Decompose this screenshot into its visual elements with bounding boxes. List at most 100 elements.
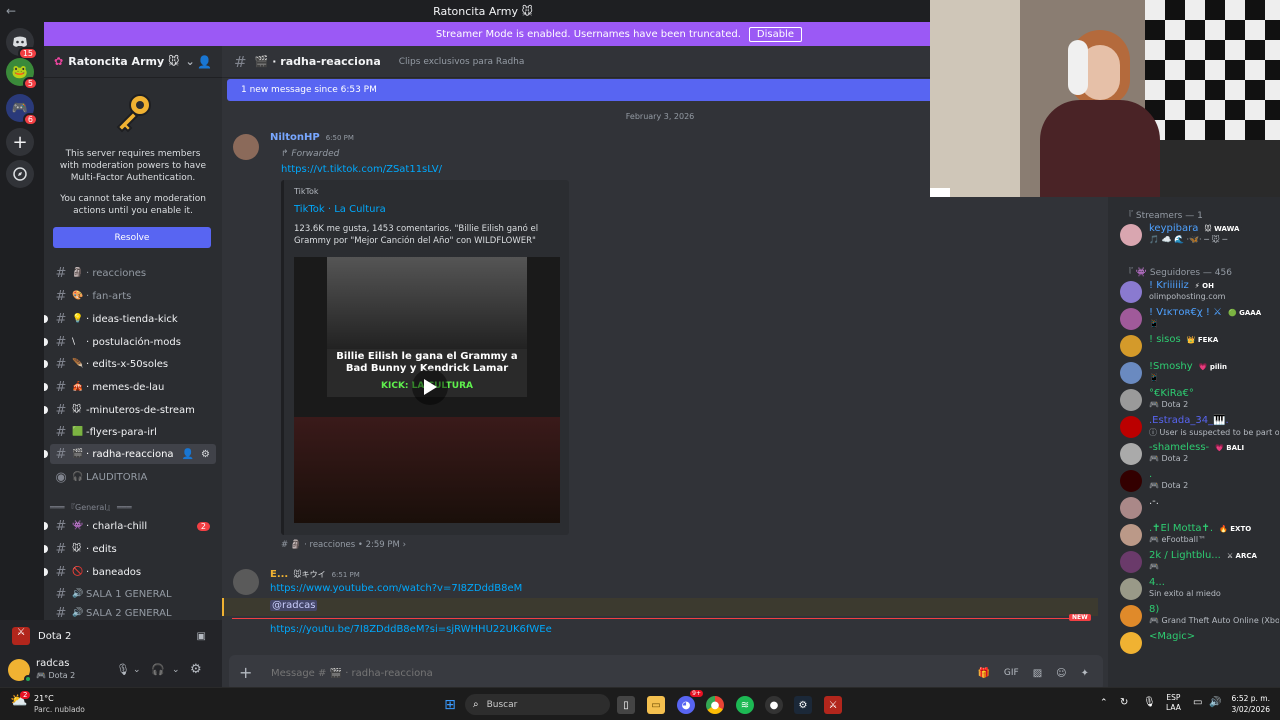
member-item[interactable]: !Smoshy 💗 pilin 📱	[1118, 360, 1278, 386]
file-explorer-icon[interactable]: ▭	[647, 696, 665, 714]
tray-chevron-up-icon[interactable]: ⌃	[1100, 698, 1108, 708]
screen-share-icon[interactable]: ▣	[197, 631, 206, 642]
discord-taskbar-icon[interactable]: ◕ 9+	[677, 690, 703, 714]
tiktok-link[interactable]: https://vt.tiktok.com/ZSat11sLV/	[281, 164, 442, 175]
member-item[interactable]: .✝El Motta✝. 🔥 EXTO 🎮 eFootball™	[1118, 522, 1278, 548]
chrome-icon[interactable]: ●	[706, 696, 724, 714]
hash-icon: #	[55, 586, 67, 602]
member-item[interactable]: ! Kriiiiiiz ⚡ OH olimpohosting.com	[1118, 279, 1278, 305]
avatar[interactable]	[8, 658, 32, 683]
channel-charla-chill[interactable]: # 👾 · charla-chill 2	[44, 516, 216, 536]
channel-edits[interactable]: # 🐭 · edits	[44, 539, 216, 559]
steam-icon[interactable]: ⚙	[794, 696, 812, 714]
channel-name: · postulación-mods	[86, 336, 181, 348]
tray-app-icon[interactable]: ↻	[1120, 697, 1128, 708]
invite-icon[interactable]: 👤	[182, 449, 194, 460]
clock[interactable]: 6:52 p. m. 3/02/2026	[1226, 693, 1270, 715]
tray-mic-icon[interactable]: 🎙	[1143, 697, 1156, 708]
voice-channel-sala-2[interactable]: # 🔊 SALA 2 GENERAL	[50, 606, 216, 620]
microphone-icon[interactable]: 🎙	[116, 663, 130, 676]
language-indicator[interactable]: ESP LAA	[1166, 693, 1181, 713]
play-icon[interactable]	[412, 369, 448, 405]
member-item[interactable]: .-.	[1118, 495, 1278, 521]
channel-memes-de-lau[interactable]: # 🎪 · memes-de-lau	[44, 377, 216, 397]
webcam-acoustic-panel	[1145, 0, 1280, 140]
avatar[interactable]	[233, 134, 259, 160]
windows-start-icon[interactable]: ⊞	[441, 696, 459, 714]
hash-icon: #	[55, 606, 67, 620]
app-icon[interactable]: ●	[765, 696, 783, 714]
member-item[interactable]: keypibara 🐭 WAWA 🎵 ☁️ 🌊 ·🦋· ─ 🐭 ─	[1118, 222, 1278, 248]
gear-icon[interactable]: ⚙	[201, 449, 210, 460]
channel-radha-reacciona[interactable]: # 🎬 · radha-reacciona 👤 ⚙	[44, 444, 216, 464]
member-item[interactable]: °€KiRa€° 🎮 Dota 2	[1118, 387, 1278, 413]
window-title: Ratoncita Army 🐭	[433, 4, 533, 18]
member-item[interactable]: -shameless- 💗 BALI 🎮 Dota 2	[1118, 441, 1278, 467]
emoji-icon[interactable]: ☺	[1056, 668, 1066, 679]
network-icon[interactable]: ▭	[1193, 697, 1202, 708]
sticker-icon[interactable]: ▨	[1033, 668, 1042, 679]
add-server-icon[interactable]: +	[6, 128, 34, 156]
dota-taskbar-icon[interactable]: ⚔	[824, 696, 842, 714]
forward-source[interactable]: # 🗿 · reacciones • 2:59 PM ›	[281, 540, 406, 550]
unread-indicator	[44, 545, 48, 553]
disable-button[interactable]: Disable	[748, 26, 802, 42]
volume-icon[interactable]: 🔊	[1209, 697, 1221, 708]
youtube-link[interactable]: https://www.youtube.com/watch?v=7I8ZDddB…	[270, 583, 522, 594]
gear-icon[interactable]: ⚙	[190, 662, 202, 677]
author-name[interactable]: E...	[270, 569, 288, 580]
video-thumbnail[interactable]: Billie Eilish le gana el Grammy a Bad Bu…	[294, 257, 560, 523]
channel-fan-arts[interactable]: # 🎨 · fan-arts	[50, 286, 216, 306]
youtube-short-link[interactable]: https://youtu.be/7I8ZDddB8eM?si=sjRWHHU2…	[270, 624, 552, 635]
message-input[interactable]	[271, 667, 978, 679]
weather-widget[interactable]: ⛅ 2	[10, 691, 32, 715]
add-member-icon[interactable]: 👤	[197, 55, 212, 69]
spotify-icon[interactable]: ≋	[736, 696, 754, 714]
member-item[interactable]: ! Vɪᴋᴛᴏʀ€χ ! ⚔ 🟢 GAAA 📱	[1118, 306, 1278, 332]
channel-lauditoria[interactable]: ◉ 🎧 LAUDITORIA	[50, 467, 216, 487]
channel-baneados[interactable]: # 🚫 · baneados	[44, 562, 216, 582]
channel-postulacion-mods[interactable]: # \ · postulación-mods	[44, 332, 216, 352]
member-item[interactable]: <Magic>	[1118, 630, 1278, 656]
search-box[interactable]: ⌕ Buscar	[465, 694, 610, 715]
embed-title[interactable]: TikTok · La Cultura	[294, 204, 386, 215]
server-icon[interactable]: 🐸 5	[6, 58, 38, 90]
channel-edits-x-50soles[interactable]: # 🪶 · edits-x-50soles	[44, 354, 216, 374]
member-item[interactable]: 8)🎮 Grand Theft Auto Online (Xbox Se	[1118, 603, 1279, 629]
hash-icon: #	[55, 564, 67, 580]
attach-plus-icon[interactable]: +	[239, 665, 255, 681]
headphones-icon[interactable]: 🎧	[151, 663, 165, 676]
unread-indicator	[44, 568, 48, 576]
member-status: ⓘ User is suspected to be part of ...	[1149, 428, 1279, 437]
member-item[interactable]: 4... Sin exito al miedo	[1118, 576, 1278, 602]
explore-icon[interactable]	[6, 160, 34, 188]
gif-icon[interactable]: GIF	[1004, 668, 1019, 678]
channel-emoji: \	[72, 337, 76, 347]
new-messages-bar[interactable]: 1 new message since 6:53 PM	[227, 79, 930, 101]
channel-ideas-tienda-kick[interactable]: # 💡 · ideas-tienda-kick	[44, 309, 216, 329]
category-general[interactable]: ═══ 『General』 ═══	[50, 502, 132, 513]
server-icon[interactable]: 🎮 6	[6, 94, 38, 126]
task-view-icon[interactable]: ▯	[617, 696, 635, 714]
voice-channel-sala-1[interactable]: # 🔊 SALA 1 GENERAL	[50, 584, 216, 604]
channel-reacciones[interactable]: # 🗿 · reacciones	[50, 263, 216, 283]
member-item[interactable]: ! sisos 👑 FEKA	[1118, 333, 1278, 359]
channel-flyers-para-irl[interactable]: # 🟩 -flyers-para-irl	[50, 422, 216, 442]
server-header[interactable]: ✿ Ratoncita Army 🐭 ⌄ 👤	[44, 46, 222, 78]
chevron-down-icon[interactable]: ⌄	[172, 665, 180, 675]
member-item[interactable]: .Estrada_34_🎹. ⓘ User is suspected to be …	[1118, 414, 1279, 440]
discord-home-icon[interactable]: 15	[6, 28, 38, 60]
avatar	[1120, 578, 1142, 600]
user-mention[interactable]: @radcas	[270, 600, 318, 611]
resolve-button[interactable]: Resolve	[53, 227, 211, 248]
author-name[interactable]: NiltonHP	[270, 132, 320, 143]
apps-icon[interactable]: ✦	[1081, 668, 1089, 679]
gift-icon[interactable]: 🎁	[977, 668, 989, 679]
hash-icon: #	[55, 424, 67, 440]
avatar[interactable]	[233, 569, 259, 595]
channel-minuteros-de-stream[interactable]: # 🐭 -minuteros-de-stream	[44, 400, 216, 420]
back-arrow-icon[interactable]: ←	[6, 4, 36, 18]
member-item[interactable]: 2k / Lightblu... ⚔ ARCA 🎮	[1118, 549, 1278, 575]
chevron-down-icon[interactable]: ⌄	[133, 665, 141, 675]
member-item[interactable]: . 🎮 Dota 2	[1118, 468, 1278, 494]
